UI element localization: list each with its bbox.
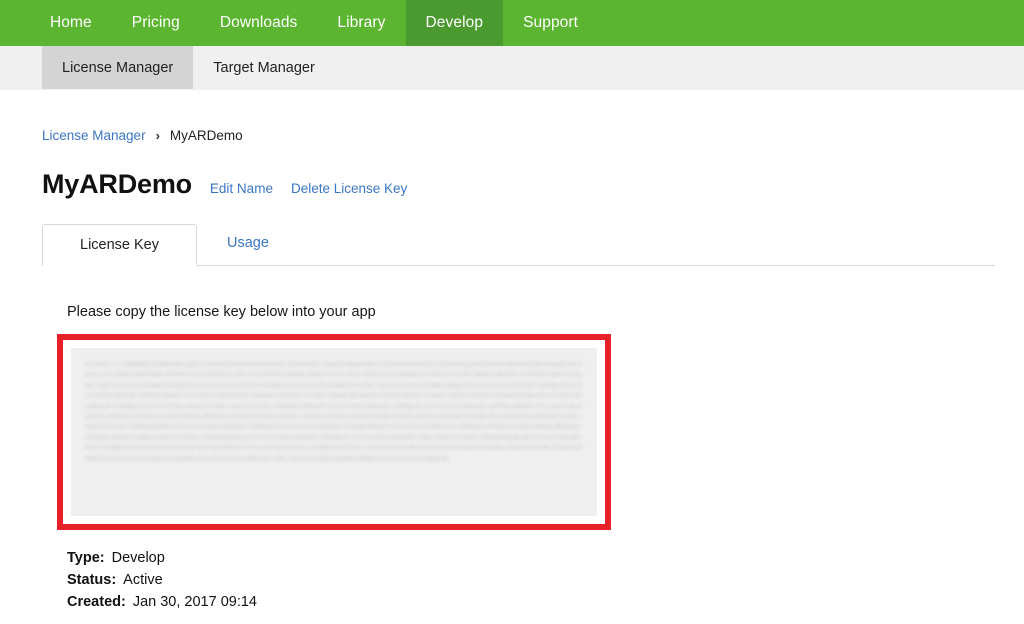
tab-license-key[interactable]: License Key [42,224,197,266]
license-key-highlight-box: AYv3kQz/////AAABmQ7TbxNOkEqRs2pKoLfYdZHX… [57,334,611,530]
breadcrumb: License Manager › MyARDemo [42,90,982,143]
nav-item-support[interactable]: Support [503,0,598,46]
subnav-item-target-manager[interactable]: Target Manager [193,46,335,89]
primary-navigation: Home Pricing Downloads Library Develop S… [0,0,1024,46]
nav-item-downloads[interactable]: Downloads [200,0,318,46]
detail-value-created: Jan 30, 2017 09:14 [133,594,257,610]
detail-label-status: Status: [67,572,116,588]
nav-item-library[interactable]: Library [317,0,405,46]
license-key-instruction: Please copy the license key below into y… [67,304,982,320]
detail-value-type: Develop [112,550,165,566]
nav-item-pricing[interactable]: Pricing [112,0,200,46]
detail-value-status: Active [123,572,163,588]
detail-row-status: Status: Active [67,572,982,588]
license-key-field[interactable]: AYv3kQz/////AAABmQ7TbxNOkEqRs2pKoLfYdZHX… [71,348,597,516]
title-row: MyARDemo Edit Name Delete License Key [42,169,982,200]
delete-license-key-link[interactable]: Delete License Key [291,181,407,196]
nav-item-home[interactable]: Home [30,0,112,46]
page-content: License Manager › MyARDemo MyARDemo Edit… [0,90,1024,610]
license-key-text-redacted: AYv3kQz/////AAABmQ7TbxNOkEqRs2pKoLfYdZHX… [85,360,583,504]
detail-label-type: Type: [67,550,105,566]
detail-label-created: Created: [67,594,126,610]
tab-bar: License Key Usage [42,224,995,266]
tab-usage[interactable]: Usage [197,223,299,265]
page-title: MyARDemo [42,169,192,200]
breadcrumb-current: MyARDemo [170,128,243,143]
detail-row-created: Created: Jan 30, 2017 09:14 [67,594,982,610]
edit-name-link[interactable]: Edit Name [210,181,273,196]
breadcrumb-separator-icon: › [156,128,160,143]
detail-row-type: Type: Develop [67,550,982,566]
nav-item-develop[interactable]: Develop [406,0,504,46]
license-details: Type: Develop Status: Active Created: Ja… [67,550,982,610]
subnav-item-license-manager[interactable]: License Manager [42,46,193,89]
breadcrumb-link-license-manager[interactable]: License Manager [42,128,146,143]
secondary-navigation: License Manager Target Manager [0,46,1024,90]
